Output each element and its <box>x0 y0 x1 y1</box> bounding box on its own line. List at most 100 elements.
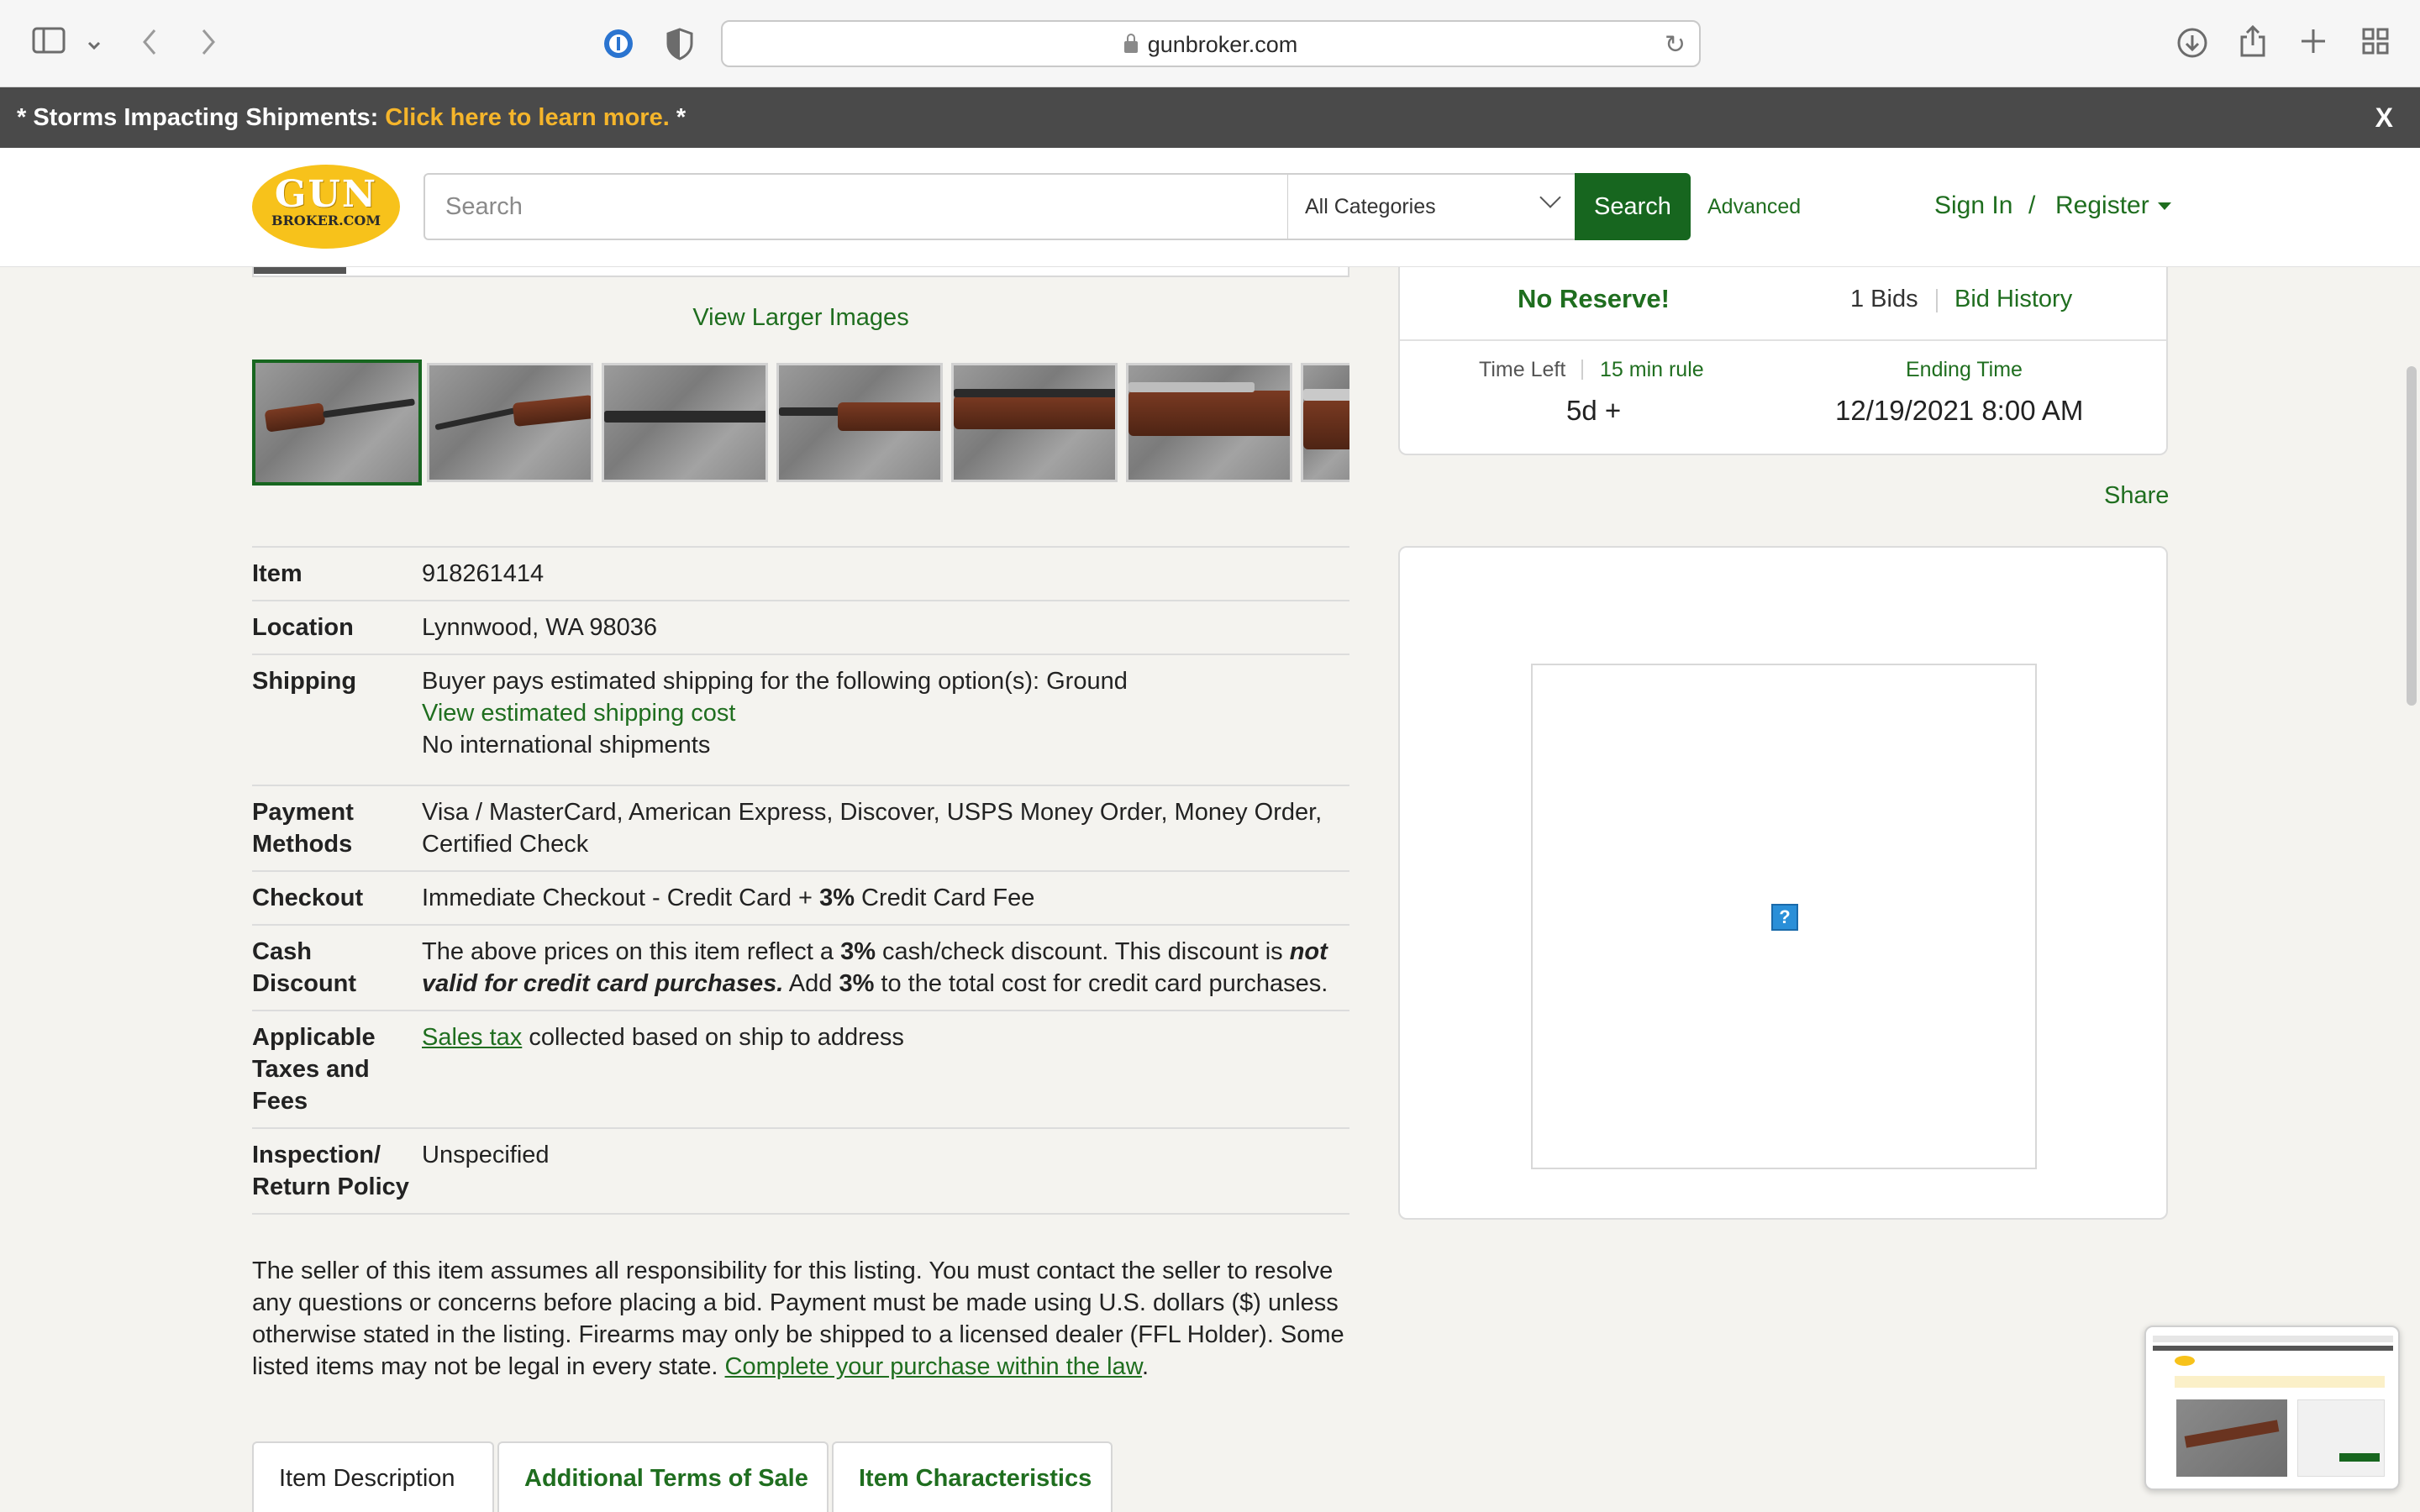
seller-disclaimer: The seller of this item assumes all resp… <box>252 1255 1349 1383</box>
disclaimer-end: . <box>1142 1353 1150 1380</box>
category-select-value: All Categories <box>1305 195 1436 218</box>
reload-icon[interactable]: ↻ <box>1665 30 1686 60</box>
shipping-text: Buyer pays estimated shipping for the fo… <box>422 668 1128 695</box>
shield-icon[interactable] <box>666 27 694 66</box>
discount-text: to the total cost for credit card purcha… <box>874 970 1328 997</box>
category-select[interactable]: All Categories <box>1287 173 1576 240</box>
address-bar[interactable]: gunbroker.com ↻ <box>721 20 1701 67</box>
tab-additional-terms[interactable]: Additional Terms of Sale <box>497 1441 829 1512</box>
purchase-within-law-link[interactable]: Complete your purchase within the law <box>725 1353 1142 1380</box>
detail-label: Payment Methods <box>252 799 354 858</box>
register-link[interactable]: Register <box>2055 192 2171 220</box>
sales-tax-link[interactable]: Sales tax <box>422 1024 522 1051</box>
divider <box>1581 360 1583 380</box>
divider <box>1400 339 2166 341</box>
bid-history-link[interactable]: Bid History <box>1954 286 2072 313</box>
sign-in-link[interactable]: Sign In <box>1934 192 2012 220</box>
detail-label: Shipping <box>252 668 357 695</box>
min-rule-link[interactable]: 15 min rule <box>1600 358 1704 382</box>
forward-icon[interactable] <box>198 27 218 62</box>
ad-panel: ? <box>1398 546 2168 1220</box>
logo-text-top: GUN <box>274 173 378 216</box>
view-shipping-cost-link[interactable]: View estimated shipping cost <box>422 697 1349 729</box>
lock-icon <box>1123 34 1138 53</box>
discount-text: cash/check discount. This discount is <box>876 938 1290 965</box>
detail-row-cash-discount: Cash Discount The above prices on this i… <box>252 926 1349 1011</box>
page-preview-thumbnail[interactable] <box>2144 1326 2400 1490</box>
caret-down-icon <box>2157 202 2171 210</box>
detail-row-inspection: Inspection/ Return Policy Unspecified <box>252 1129 1349 1215</box>
new-tab-icon[interactable] <box>2299 27 2328 60</box>
register-label: Register <box>2055 192 2149 219</box>
main-image-frame <box>252 267 1349 277</box>
tab-item-description[interactable]: Item Description <box>252 1441 494 1512</box>
back-icon[interactable] <box>139 27 160 62</box>
alert-banner: * Storms Impacting Shipments: Click here… <box>0 87 2420 148</box>
thumbnail-1[interactable] <box>252 360 422 486</box>
advanced-search-link[interactable]: Advanced <box>1707 195 1801 219</box>
alert-text: * Storms Impacting Shipments: <box>17 104 386 131</box>
thumbnail-2[interactable] <box>427 363 593 482</box>
detail-row-shipping: Shipping Buyer pays estimated shipping f… <box>252 655 1349 786</box>
share-link[interactable]: Share <box>2104 482 2169 510</box>
share-icon[interactable] <box>2238 24 2267 64</box>
ad-placeholder[interactable]: ? <box>1531 664 2037 1169</box>
auth-separator: / <box>2028 192 2036 219</box>
thumbnail-7[interactable] <box>1301 363 1349 482</box>
alert-suffix: * <box>669 104 687 131</box>
scrollbar-thumb[interactable] <box>2407 366 2417 706</box>
detail-label: Inspection/ Return Policy <box>252 1142 409 1200</box>
inspection-policy: Unspecified <box>422 1142 550 1168</box>
detail-label: Location <box>252 614 354 641</box>
search-button[interactable]: Search <box>1575 173 1691 240</box>
item-number: 918261414 <box>422 560 544 587</box>
gunbroker-logo[interactable]: GUN BROKER.COM <box>252 165 400 249</box>
time-left-value: 5d + <box>1566 395 1622 426</box>
chevron-down-icon[interactable] <box>86 30 103 59</box>
discount-percent: 3% <box>839 970 875 997</box>
bid-info-panel: No Reserve! 1 Bids Bid History Time Left… <box>1398 267 2168 455</box>
search-input[interactable]: Search <box>424 173 1289 240</box>
payment-methods: Visa / MasterCard, American Express, Dis… <box>422 799 1323 858</box>
taxes-text: collected based on ship to address <box>522 1024 904 1051</box>
thumbnail-4[interactable] <box>776 363 943 482</box>
no-reserve-label: No Reserve! <box>1518 284 1670 313</box>
checkout-text-end: Credit Card Fee <box>854 885 1035 911</box>
detail-row-taxes: Applicable Taxes and Fees Sales tax coll… <box>252 1011 1349 1129</box>
item-details-table: Item 918261414 Location Lynnwood, WA 980… <box>252 546 1349 1215</box>
thumbnail-6[interactable] <box>1126 363 1292 482</box>
time-left-label: Time Left <box>1479 358 1566 381</box>
detail-row-location: Location Lynnwood, WA 98036 <box>252 601 1349 655</box>
detail-label: Cash Discount <box>252 938 357 997</box>
checkout-fee: 3% <box>819 885 855 911</box>
url-text: gunbroker.com <box>1147 32 1298 57</box>
thumbnail-strip <box>252 360 1349 486</box>
detail-row-checkout: Checkout Immediate Checkout - Credit Car… <box>252 872 1349 926</box>
logo-text-bottom: BROKER.COM <box>271 213 381 228</box>
missing-image-icon: ? <box>1771 904 1798 931</box>
tab-overview-icon[interactable] <box>2361 27 2390 60</box>
image-indicator <box>254 267 346 274</box>
chevron-down-icon <box>1539 186 1561 208</box>
view-larger-images-link[interactable]: View Larger Images <box>252 304 1349 332</box>
detail-label: Item <box>252 560 302 587</box>
item-location: Lynnwood, WA 98036 <box>422 614 657 641</box>
browser-toolbar: gunbroker.com ↻ <box>0 0 2420 87</box>
divider <box>1936 289 1938 312</box>
discount-text: Add <box>783 970 839 997</box>
password-manager-icon[interactable] <box>602 27 635 66</box>
tab-item-characteristics[interactable]: Item Characteristics <box>832 1441 1113 1512</box>
download-icon[interactable] <box>2176 27 2208 64</box>
discount-text: The above prices on this item reflect a <box>422 938 841 965</box>
alert-link[interactable]: Click here to learn more. <box>385 104 669 131</box>
bid-count: 1 Bids <box>1850 286 1918 312</box>
thumbnail-3[interactable] <box>602 363 768 482</box>
detail-row-item: Item 918261414 <box>252 548 1349 601</box>
detail-label: Applicable Taxes and Fees <box>252 1024 376 1115</box>
ending-time-value: 12/19/2021 8:00 AM <box>1835 395 2084 426</box>
sidebar-icon[interactable] <box>32 27 66 59</box>
detail-label: Checkout <box>252 885 364 911</box>
international-shipping-text: No international shipments <box>422 732 711 759</box>
thumbnail-5[interactable] <box>951 363 1118 482</box>
close-alert-button[interactable]: X <box>2375 102 2393 134</box>
